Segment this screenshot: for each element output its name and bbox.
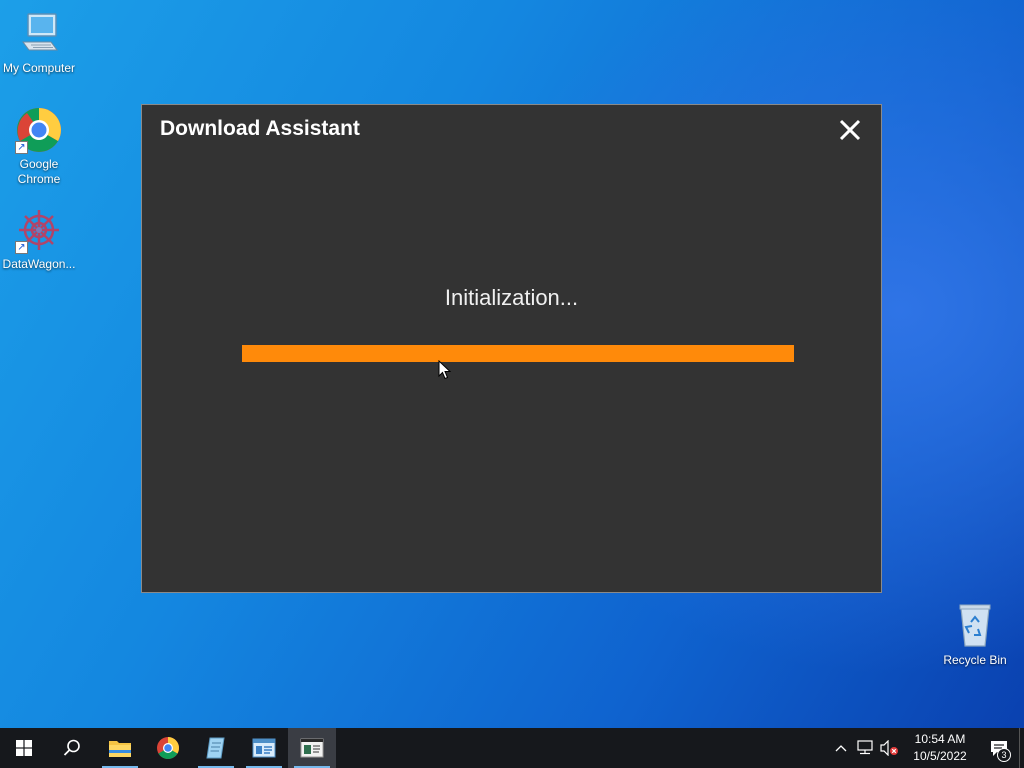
desktop-icon-google-chrome[interactable]: ↗ Google Chrome: [0, 106, 78, 187]
clock-date: 10/5/2022: [913, 749, 967, 763]
search-icon: [63, 739, 80, 756]
volume-button[interactable]: [877, 728, 901, 768]
app-window-icon: [300, 738, 324, 758]
notification-count-badge: 3: [997, 748, 1011, 762]
show-hidden-icons-button[interactable]: [829, 728, 853, 768]
control-panel-taskbar-button[interactable]: [240, 728, 288, 768]
desktop-icon-my-computer[interactable]: My Computer: [0, 10, 78, 76]
download-assistant-taskbar-button[interactable]: [288, 728, 336, 768]
show-desktop-button[interactable]: [1019, 728, 1024, 768]
chrome-taskbar-button[interactable]: [144, 728, 192, 768]
recycle-bin-icon: [951, 602, 999, 650]
volume-muted-icon: [880, 740, 898, 756]
desktop-icon-label: Recycle Bin: [943, 653, 1007, 667]
desktop-icon-datawagon[interactable]: ↗ DataWagon...: [0, 206, 78, 272]
desktop-icon-label: Google Chrome: [17, 157, 61, 186]
computer-icon: [15, 10, 63, 58]
desktop-icon-label: My Computer: [2, 61, 76, 75]
system-tray: 10:54 AM 10/5/2022 3: [829, 728, 1024, 768]
search-button[interactable]: [48, 728, 96, 768]
taskbar: 10:54 AM 10/5/2022 3: [0, 728, 1024, 768]
close-button[interactable]: [837, 117, 863, 143]
chevron-up-icon: [835, 745, 847, 752]
notepad-taskbar-button[interactable]: [192, 728, 240, 768]
network-button[interactable]: [853, 728, 877, 768]
start-button[interactable]: [0, 728, 48, 768]
mouse-cursor-icon: [438, 360, 452, 380]
clock-time: 10:54 AM: [914, 732, 966, 746]
dialog-title: Download Assistant: [160, 117, 360, 140]
datawagon-icon: ↗: [15, 206, 63, 254]
shortcut-arrow-icon: ↗: [15, 141, 28, 154]
desktop-icon-recycle-bin[interactable]: Recycle Bin: [936, 602, 1014, 668]
progress-bar: [242, 345, 794, 362]
desktop-icon-label: DataWagon...: [2, 257, 76, 271]
clock[interactable]: 10:54 AM 10/5/2022: [907, 731, 973, 765]
action-center-button[interactable]: 3: [979, 728, 1019, 768]
close-icon: [839, 119, 861, 141]
windows-logo-icon: [16, 740, 32, 756]
shortcut-arrow-icon: ↗: [15, 241, 28, 254]
download-assistant-dialog: Download Assistant Initialization...: [141, 104, 882, 593]
notepad-icon: [206, 737, 225, 759]
progress-bar-fill: [242, 345, 794, 362]
chrome-icon: ↗: [15, 106, 63, 154]
control-panel-icon: [252, 738, 276, 758]
network-icon: [857, 740, 873, 755]
folder-icon: [109, 741, 131, 757]
chrome-icon: [157, 737, 179, 759]
file-explorer-button[interactable]: [96, 728, 144, 768]
status-text: Initialization...: [444, 285, 579, 310]
